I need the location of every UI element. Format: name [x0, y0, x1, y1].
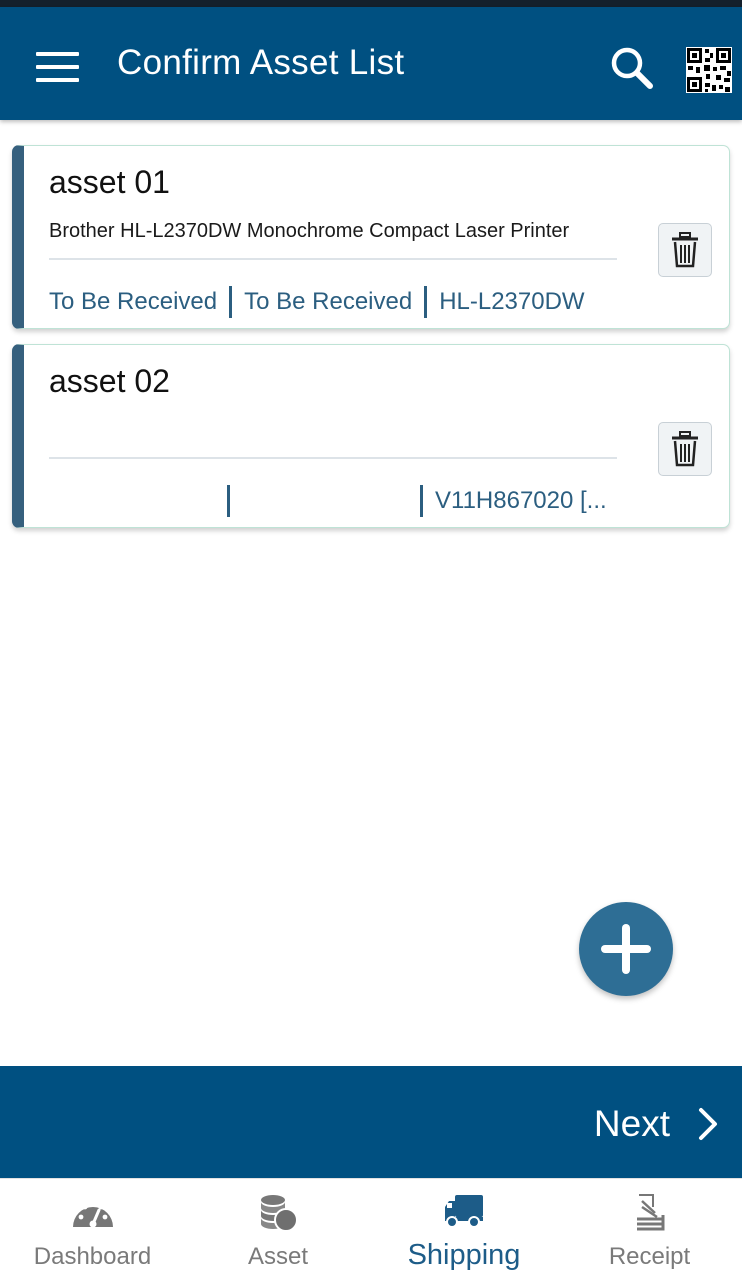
asset-name: asset 01 [49, 164, 170, 200]
next-label: Next [593, 1103, 670, 1144]
asset-meta: To Be Received To Be Received HL-L2370DW [49, 284, 585, 320]
nav-item-asset[interactable]: Asset [185, 1179, 371, 1281]
divider [49, 457, 617, 459]
asset-card[interactable]: asset 01 Brother HL-L2370DW Monochrome C… [12, 145, 730, 329]
meta-separator [424, 286, 428, 318]
nav-label: Asset [247, 1243, 309, 1270]
asset-description: Brother HL-L2370DW Monochrome Compact La… [49, 220, 570, 242]
nav-label: Dashboard [33, 1243, 152, 1270]
nav-item-receipt[interactable]: Receipt [557, 1179, 742, 1281]
footer-bar: Next [0, 1066, 742, 1178]
qr-code-icon[interactable] [686, 47, 732, 93]
nav-label: Receipt [608, 1243, 691, 1270]
asset-model: V11H867020 [... [435, 487, 607, 514]
nav-label: Shipping [407, 1239, 521, 1271]
nav-item-dashboard[interactable]: Dashboard [0, 1179, 185, 1281]
next-button[interactable]: Next [594, 1100, 718, 1148]
meta-separator [420, 485, 423, 517]
asset-status: To Be Received [49, 288, 218, 315]
receipt-icon [636, 1194, 664, 1231]
bottom-nav: Dashboard Asset Shipping Receipt [0, 1178, 742, 1280]
asset-status-secondary: To Be Received [244, 288, 413, 315]
asset-meta: V11H867020 [... [49, 483, 607, 519]
asset-name: asset 02 [49, 363, 170, 399]
trash-icon [672, 232, 698, 268]
delete-button[interactable] [658, 422, 712, 476]
speedometer-icon [72, 1200, 113, 1228]
nav-item-shipping[interactable]: Shipping [371, 1179, 557, 1281]
trash-icon [672, 431, 698, 467]
meta-separator [229, 286, 233, 318]
hamburger-menu-icon[interactable] [36, 52, 79, 82]
asset-card[interactable]: asset 02 V11H867020 [... [12, 344, 730, 528]
divider [49, 258, 617, 260]
plus-icon [601, 924, 651, 974]
coins-icon [261, 1195, 298, 1232]
meta-separator [227, 485, 230, 517]
search-icon[interactable] [607, 43, 657, 93]
delete-button[interactable] [658, 223, 712, 277]
add-asset-button[interactable] [579, 902, 673, 996]
asset-model: HL-L2370DW [439, 288, 585, 315]
app-bar: Confirm Asset List [0, 7, 742, 120]
truck-icon [445, 1195, 483, 1228]
chevron-right-icon [699, 1108, 717, 1140]
page-title: Confirm Asset List [117, 43, 405, 82]
status-bar [0, 0, 742, 7]
